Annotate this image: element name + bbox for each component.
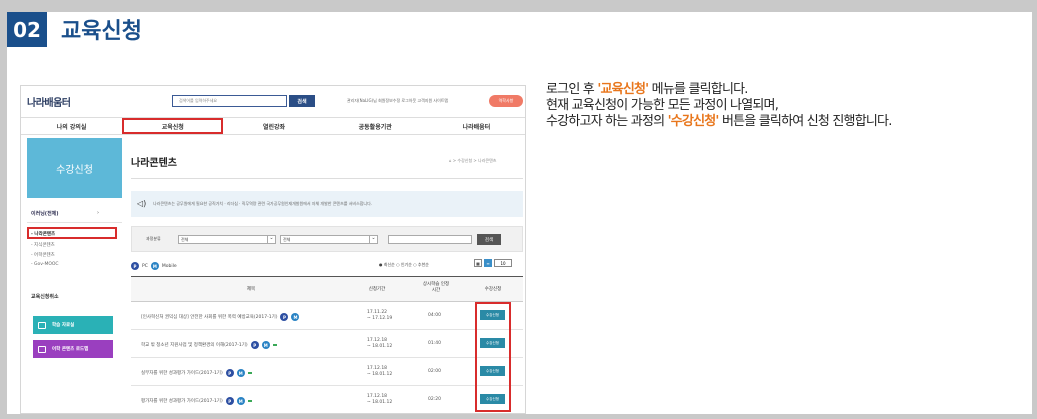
- monitor-icon: [38, 321, 46, 329]
- row-title[interactable]: 평가자를 위한 성과평가 가이드(2017-1기) P M: [141, 397, 252, 405]
- language-roadmap-label: 어학 콘텐츠 로드맵: [52, 347, 89, 352]
- nav-open-lectures[interactable]: 열린강좌: [223, 118, 324, 134]
- filter-bar: 과정분류 전체 ⌄ 전체 ⌄ 검색: [131, 226, 523, 252]
- language-roadmap-button[interactable]: 어학 콘텐츠 로드맵: [33, 340, 113, 358]
- pc-icon: P: [250, 341, 259, 349]
- nav-partner-institutions[interactable]: 공동활용기관: [325, 118, 426, 134]
- sidebar-item-nara-contents[interactable]: - 나라콘텐츠: [31, 231, 55, 237]
- utility-button[interactable]: 역학사항: [489, 95, 523, 107]
- row-hours: 04:00: [428, 313, 441, 318]
- website-screenshot: 나라배움터 검색어를 입력하주세요 검색 관리자(NaLIG)님 회원정보수정 …: [20, 85, 526, 414]
- nav-my-classroom[interactable]: 나의 강의실: [21, 118, 122, 134]
- sidebar-item-knowledge-contents[interactable]: - 지식콘텐츠: [31, 242, 55, 248]
- row-hours: 02:20: [428, 397, 441, 402]
- table-row: 실무자를 위한 성과평가 가이드(2017-1기) P M 17.12.18 ~ 18…: [131, 359, 523, 386]
- site-header: 나라배움터 검색어를 입력하주세요 검색 관리자(NaLIG)님 회원정보수정 …: [21, 86, 525, 116]
- filter-search-button[interactable]: 검색: [477, 234, 501, 245]
- row-title[interactable]: [인사혁신처 권익심 대상] 안전한 사회를 위한 폭력 예방교육(2017-1…: [141, 313, 300, 321]
- nav-nara-baeumteo[interactable]: 나라배움터: [426, 118, 525, 134]
- device-legend: P PC M Mobile: [131, 262, 177, 270]
- chevron-down-icon: ⌄: [369, 235, 377, 244]
- row-title[interactable]: 학교 밖 청소년 지원사업 및 정책환경의 이해(2017-1기) P M: [141, 341, 277, 349]
- table-row: [인사혁신처 권익심 대상] 안전한 사회를 위한 폭력 예방교육(2017-1…: [131, 303, 523, 330]
- chevron-down-icon: ⌄: [267, 235, 275, 244]
- mobile-icon: M: [150, 262, 159, 270]
- mobile-icon: M: [236, 397, 245, 405]
- learning-materials-label: 학습 자료실: [52, 323, 75, 328]
- tag-badge: [272, 344, 277, 346]
- sidebar-heading: 수강신청: [27, 138, 122, 198]
- category-select[interactable]: 전체 ⌄: [178, 235, 276, 244]
- col-period: 신청기간: [368, 287, 386, 292]
- row-period: 17.12.18 ~ 18.01.12: [367, 394, 393, 405]
- notice-text: 나라콘텐츠는 공무원에게 필요한 공직가치 · 리더십 · 직무역량 관련 국가…: [153, 201, 373, 206]
- highlight-box: [475, 302, 511, 412]
- col-title: 제목: [246, 287, 256, 292]
- row-period: 17.12.18 ~ 18.01.12: [367, 366, 393, 377]
- row-hours: 02:00: [428, 369, 441, 374]
- list-view-icon[interactable]: ≡: [484, 259, 492, 267]
- learning-materials-button[interactable]: 학습 자료실: [33, 316, 113, 334]
- page-title: 나라콘텐츠: [131, 158, 177, 169]
- mobile-icon: M: [236, 369, 245, 377]
- row-title[interactable]: 실무자를 위한 성과평가 가이드(2017-1기) P M: [141, 369, 252, 377]
- sidebar-item-gov-mooc[interactable]: - Gov-MOOC: [31, 262, 59, 267]
- col-apply: 수강신청: [484, 287, 502, 292]
- search-button[interactable]: 검색: [289, 95, 315, 107]
- instruction-text: 로그인 후 '교육신청' 메뉴를 클릭합니다. 현재 교육신청이 가능한 모든 …: [546, 82, 892, 129]
- row-hours: 01:40: [428, 341, 441, 346]
- row-period: 17.11.22 ~ 17.12.19: [367, 310, 393, 321]
- nav-course-application[interactable]: 교육신청: [122, 118, 224, 134]
- speaker-icon: ◁): [137, 199, 147, 208]
- site-logo[interactable]: 나라배움터: [27, 94, 71, 109]
- tag-badge: [247, 400, 252, 402]
- page-size-select[interactable]: 10: [494, 259, 512, 267]
- monitor-icon: [38, 345, 46, 353]
- table-row: 평가자를 위한 성과평가 가이드(2017-1기) P M 17.12.18 ~ 18…: [131, 387, 523, 413]
- sidebar-category[interactable]: 이러닝(전체): [31, 210, 59, 217]
- divider: [27, 222, 122, 223]
- tag-badge: [247, 372, 252, 374]
- mobile-icon: M: [291, 313, 300, 321]
- pc-icon: P: [280, 313, 289, 321]
- sidebar-item-language-contents[interactable]: - 어학콘텐츠: [31, 252, 55, 258]
- table-row: 학교 밖 청소년 지원사업 및 정책환경의 이해(2017-1기) P M 17.1…: [131, 331, 523, 358]
- utility-links[interactable]: 관리자(NaLIG)님 회원정보수정 로그아웃 고객지원 사이트맵: [347, 98, 448, 104]
- divider: [131, 178, 523, 179]
- search-input[interactable]: 검색어를 입력하주세요: [172, 95, 287, 107]
- keyword-input[interactable]: [388, 235, 472, 244]
- mobile-icon: M: [261, 341, 270, 349]
- subcategory-select[interactable]: 전체 ⌄: [280, 235, 378, 244]
- main-nav: 나의 강의실 교육신청 열린강좌 공동활용기관 나라배움터: [21, 117, 525, 135]
- sort-options[interactable]: ● 최신순 ○ 인기순 ○ 추천순: [379, 262, 429, 268]
- pc-icon: P: [131, 262, 139, 270]
- row-period: 17.12.18 ~ 18.01.12: [367, 338, 393, 349]
- view-toggle: ▦ ≡ 10: [474, 259, 512, 267]
- step-number-badge: 02: [7, 12, 47, 47]
- table-header: 제목 신청기간 상시학습 인정시간 수강신청: [131, 277, 523, 302]
- breadcrumb: ⌂ > 수강신청 > 나라콘텐츠: [449, 158, 497, 163]
- col-hours: 상시학습 인정시간: [422, 282, 450, 293]
- pc-icon: P: [225, 397, 234, 405]
- filter-label: 과정분류: [146, 236, 161, 241]
- pc-icon: P: [225, 369, 234, 377]
- course-table: 제목 신청기간 상시학습 인정시간 수강신청 [인사혁신처 권익심 대상] 안전…: [131, 276, 523, 405]
- notice-box: ◁) 나라콘텐츠는 공무원에게 필요한 공직가치 · 리더십 · 직무역량 관련…: [131, 191, 523, 217]
- chevron-right-icon: ›: [97, 210, 99, 216]
- sidebar: 수강신청 이러닝(전체) › - 나라콘텐츠 - 지식콘텐츠 - 어학콘텐츠 -…: [27, 138, 122, 413]
- sidebar-cancel-application[interactable]: 교육신청취소: [31, 293, 59, 300]
- grid-view-icon[interactable]: ▦: [474, 259, 482, 267]
- step-title: 교육신청: [61, 19, 142, 44]
